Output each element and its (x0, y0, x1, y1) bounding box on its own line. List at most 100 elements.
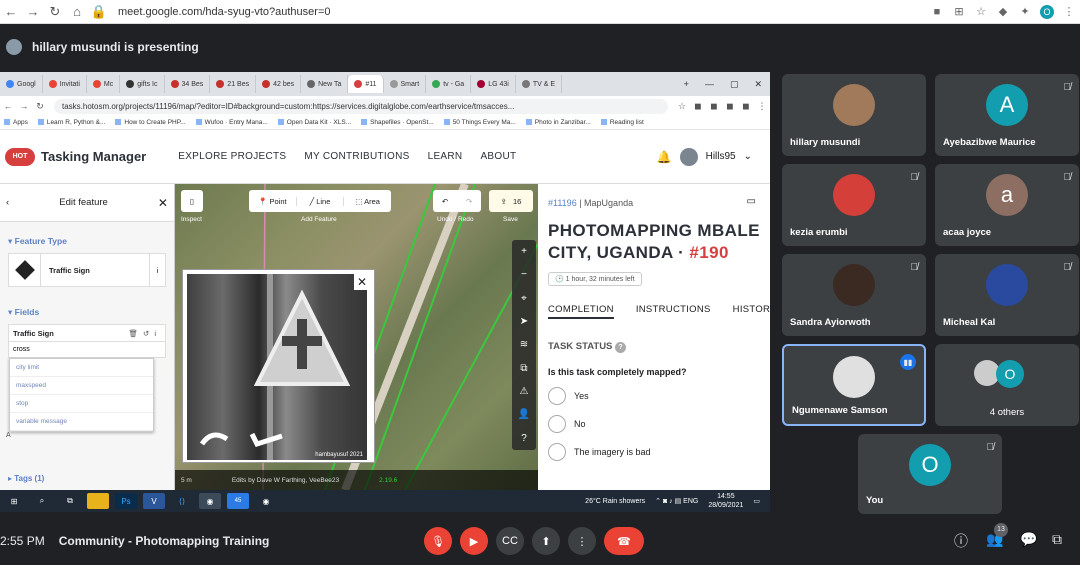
star-icon[interactable]: ☆ (970, 5, 992, 18)
people-icon[interactable]: 👥 13 (986, 523, 1008, 548)
zoom-out-icon[interactable]: − (521, 269, 527, 280)
field-actions-icon[interactable]: 🗑↺i (129, 329, 161, 338)
bookmark-item[interactable]: How to Create PHP... (115, 119, 185, 126)
visio-icon[interactable]: V (143, 493, 165, 509)
browser-tab[interactable]: 42 bes (256, 75, 302, 93)
mic-off-button[interactable]: 🎙 (424, 527, 452, 555)
browser-tab[interactable]: Smart (384, 75, 427, 93)
browser-tab[interactable]: #11 (348, 75, 384, 93)
reload-icon[interactable]: ↻ (44, 4, 66, 20)
tm-user-menu[interactable]: 🔔 Hills95 ⌄ (657, 147, 752, 166)
nav-learn[interactable]: LEARN (428, 151, 463, 162)
shared-menu-icon[interactable]: ⋮ (754, 101, 770, 112)
back-arrow-icon[interactable]: ‹ (6, 197, 9, 208)
shared-ext-icon[interactable]: ◼ (738, 101, 754, 112)
more-options-button[interactable]: ⋮ (568, 527, 596, 555)
option-yes[interactable]: Yes (548, 387, 760, 405)
help-circle-icon[interactable]: ? (615, 342, 627, 353)
participant-tile[interactable]: kezia erumbi 🎙̸ (782, 164, 926, 246)
participant-tile[interactable]: a acaa joyce 🎙̸ (935, 164, 1079, 246)
shared-back-icon[interactable]: ← (0, 101, 16, 111)
save-button[interactable]: ⇪ 16 (489, 190, 533, 212)
forward-icon[interactable]: → (22, 4, 44, 19)
captions-button[interactable]: CC (496, 527, 524, 555)
shared-star-icon[interactable]: ☆ (674, 101, 690, 112)
radio-no[interactable] (548, 415, 566, 433)
close-window-icon[interactable]: ✕ (754, 79, 762, 90)
area-button[interactable]: ⬚ Area (343, 196, 391, 206)
bookmark-item[interactable]: 50 Things Every Ma... (444, 119, 516, 126)
home-icon[interactable]: ⌂ (66, 4, 88, 19)
inspect-button[interactable]: ▯ (181, 190, 203, 212)
redo-icon[interactable]: ↷ (466, 197, 472, 206)
info-icon[interactable]: ⓘ (954, 531, 968, 551)
shared-reload-icon[interactable]: ↻ (32, 101, 48, 112)
tray-icons[interactable]: ⌃ ◙ ♪ ▤ ENG (655, 497, 698, 505)
share-icon[interactable]: ⊞ (948, 5, 970, 18)
browser-tab[interactable]: tv - Ga (426, 75, 472, 93)
bookmark-item[interactable]: Reading list (601, 119, 644, 126)
tab-completion[interactable]: COMPLETION (548, 304, 614, 319)
maximize-icon[interactable]: ▢ (730, 79, 739, 90)
bookmark-item[interactable]: Wufoo · Entry Mana... (196, 119, 268, 126)
browser-tab[interactable]: gifts Ic (120, 75, 165, 93)
suggestion-item[interactable]: city limit (10, 359, 153, 377)
chat-icon[interactable]: 💬 (1020, 531, 1037, 548)
participant-tile[interactable]: Micheal Kal 🎙̸ (935, 254, 1079, 336)
browser-tab[interactable]: LG 43i (471, 75, 516, 93)
bookmark-item[interactable]: Shapefiles · OpenSt... (361, 119, 434, 126)
participant-tile[interactable]: hillary musundi (782, 74, 926, 156)
info-icon[interactable]: i (149, 254, 165, 286)
shared-ext-icon[interactable]: ◼ (690, 101, 706, 112)
shield-icon[interactable]: ◆ (992, 5, 1014, 18)
locate-icon[interactable]: ➤ (520, 316, 528, 327)
camera-off-button[interactable]: ▶ (460, 527, 488, 555)
nav-about[interactable]: ABOUT (480, 151, 516, 162)
browser-tab[interactable]: 34 Bes (165, 75, 211, 93)
bookmark-item[interactable]: Learn R, Python &... (38, 119, 106, 126)
tab-history[interactable]: HISTORY (733, 304, 777, 319)
feature-type-label[interactable]: ▾ Feature Type (0, 222, 174, 247)
line-button[interactable]: ╱ Line (295, 196, 344, 206)
radio-bad-imagery[interactable] (548, 443, 566, 461)
weather-widget[interactable]: 26°C Rain showers (585, 498, 645, 505)
clock[interactable]: 14:55 28/09/2021 (708, 492, 743, 510)
issues-icon[interactable]: ⚠ (520, 386, 529, 397)
browser-tab[interactable]: Invitati (43, 75, 87, 93)
browser-tab[interactable]: New Ta (301, 75, 349, 93)
leave-call-button[interactable]: ☎ (604, 527, 644, 555)
nav-my-contributions[interactable]: MY CONTRIBUTIONS (304, 151, 409, 162)
layers-icon[interactable]: ≋ (520, 339, 528, 350)
participant-tile[interactable]: A Ayebazibwe Maurice 🎙̸ (935, 74, 1079, 156)
option-no[interactable]: No (548, 415, 760, 433)
panel-toggle-icon[interactable]: ▭ (747, 196, 756, 207)
new-tab-icon[interactable]: + (684, 79, 689, 90)
suggestion-item[interactable]: maxspeed (10, 377, 153, 395)
windows-start-icon[interactable]: ⊞ (3, 493, 25, 509)
back-icon[interactable]: ← (0, 4, 22, 19)
shared-ext-icon[interactable]: ◼ (722, 101, 738, 112)
tm-logo[interactable]: HOT Tasking Manager (5, 147, 146, 166)
shared-forward-icon[interactable]: → (16, 101, 32, 111)
participant-tile[interactable]: O You 🎙̸ (858, 434, 1002, 514)
file-explorer-icon[interactable] (87, 493, 109, 509)
feature-type-card[interactable]: Traffic Sign i (8, 253, 166, 287)
zoom-in-icon[interactable]: + (521, 246, 527, 257)
vscode-icon[interactable]: ⟨⟩ (171, 493, 193, 509)
notifications-icon[interactable]: ▭ (753, 497, 760, 505)
point-button[interactable]: 📍 Point (249, 197, 296, 206)
bookmark-item[interactable]: Apps (4, 119, 28, 126)
camera-icon[interactable]: ■ (926, 6, 948, 18)
profile-avatar[interactable]: O (1036, 4, 1058, 19)
suggestion-item[interactable]: stop (10, 395, 153, 413)
browser-tab[interactable]: TV & E (516, 75, 563, 93)
chrome-profile-icon[interactable]: ◉ (255, 493, 277, 509)
close-photo-icon[interactable]: ✕ (354, 274, 370, 290)
help-icon[interactable]: ? (521, 433, 527, 444)
extensions-icon[interactable]: ✦ (1014, 5, 1036, 18)
zoom-to-icon[interactable]: ⌖ (521, 293, 527, 304)
search-icon[interactable]: ⌕ (31, 493, 53, 509)
participant-tile[interactable]: Ngumenawe Samson ▮▮ (782, 344, 926, 426)
present-button[interactable]: ⬆ (532, 527, 560, 555)
nav-explore-projects[interactable]: EXPLORE PROJECTS (178, 151, 286, 162)
